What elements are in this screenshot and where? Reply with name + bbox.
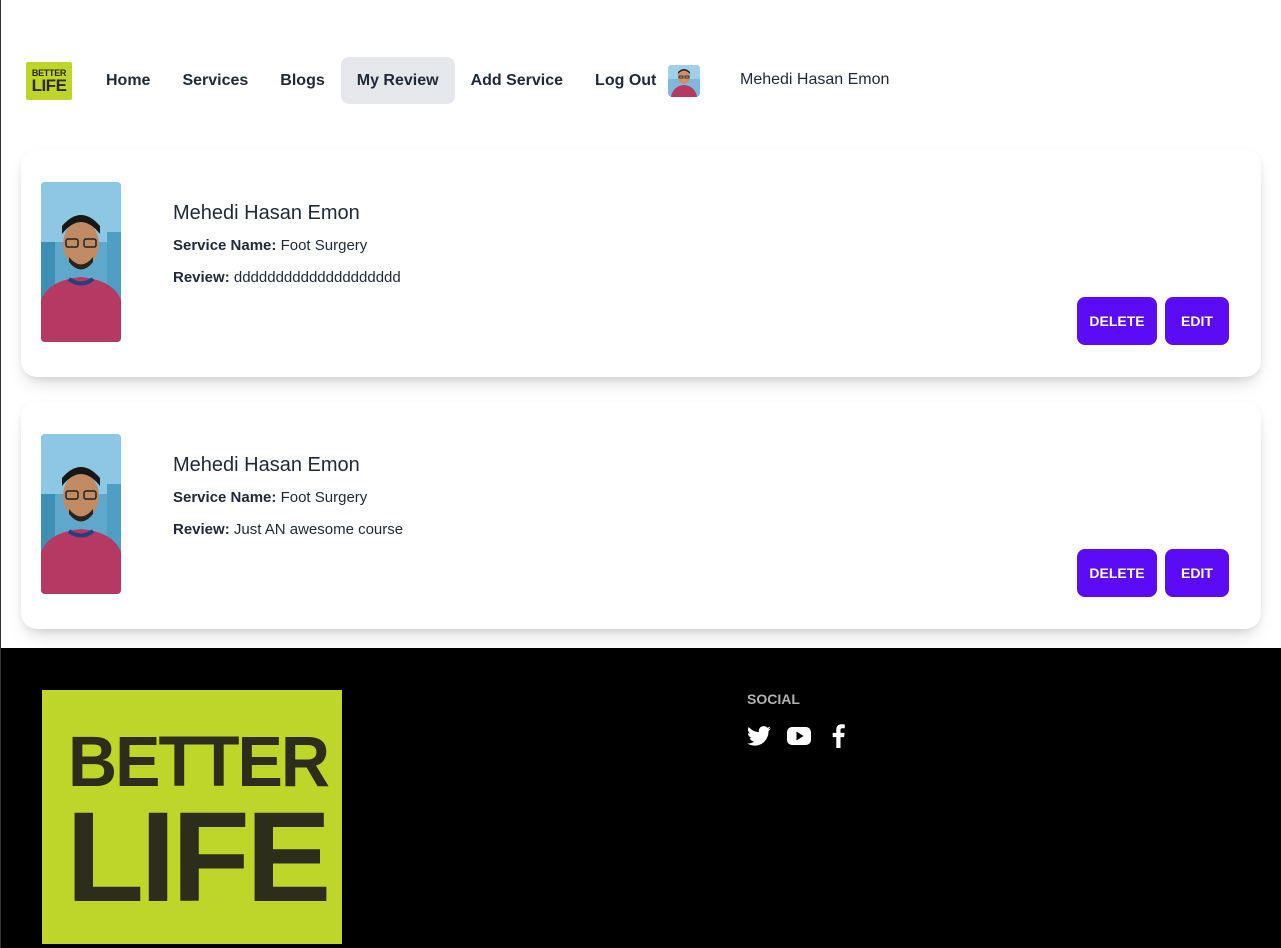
service-line: Service Name: Foot Surgery [173,237,367,254]
nav-item-services[interactable]: Services [166,57,264,104]
footer-logo-line2: LIFE [66,786,331,929]
footer-logo: BETTER LIFE [42,690,342,944]
logo-line2: LIFE [31,75,67,95]
nav-item-home[interactable]: Home [90,57,166,104]
review-line: Review: Just AN awesome course [173,521,403,538]
youtube-icon[interactable] [787,727,811,745]
review-text: Just AN awesome course [233,521,404,538]
review-text: dddddddddddddddddddd [233,269,401,286]
nav-menu: Home Services Blogs My Review Add Servic… [90,57,672,104]
service-label: Service Name: [173,237,277,254]
review-card: Mehedi Hasan Emon Service Name: Foot Sur… [21,401,1261,629]
reviewer-name: Mehedi Hasan Emon [173,454,360,476]
social-title: SOCIAL [747,691,800,707]
user-avatar[interactable] [668,65,700,97]
reviewer-photo [41,182,121,342]
navbar: BETTER LIFE Home Services Blogs My Revie… [1,0,1281,160]
brand-logo[interactable]: BETTER LIFE [26,62,72,100]
review-label: Review: [173,269,230,286]
review-line: Review: dddddddddddddddddddd [173,269,401,286]
review-card: Mehedi Hasan Emon Service Name: Foot Sur… [21,149,1261,377]
edit-button[interactable]: EDIT [1165,549,1229,597]
nav-user-name: Mehedi Hasan Emon [740,71,890,88]
service-line: Service Name: Foot Surgery [173,489,367,506]
nav-item-log-out[interactable]: Log Out [579,57,672,104]
review-label: Review: [173,521,230,538]
service-name: Foot Surgery [280,489,368,506]
reviewer-photo [41,434,121,594]
service-label: Service Name: [173,489,277,506]
footer: BETTER LIFE SOCIAL [1,648,1281,948]
page: BETTER LIFE Home Services Blogs My Revie… [0,0,1281,948]
nav-item-add-service[interactable]: Add Service [455,57,579,104]
twitter-icon[interactable] [747,725,771,747]
nav-item-blogs[interactable]: Blogs [264,57,340,104]
delete-button[interactable]: DELETE [1077,297,1157,345]
facebook-icon[interactable] [827,724,851,748]
edit-button[interactable]: EDIT [1165,297,1229,345]
nav-item-my-review[interactable]: My Review [340,57,455,104]
reviewer-name: Mehedi Hasan Emon [173,202,360,224]
delete-button[interactable]: DELETE [1077,549,1157,597]
service-name: Foot Surgery [280,237,368,254]
social-links [747,724,851,748]
